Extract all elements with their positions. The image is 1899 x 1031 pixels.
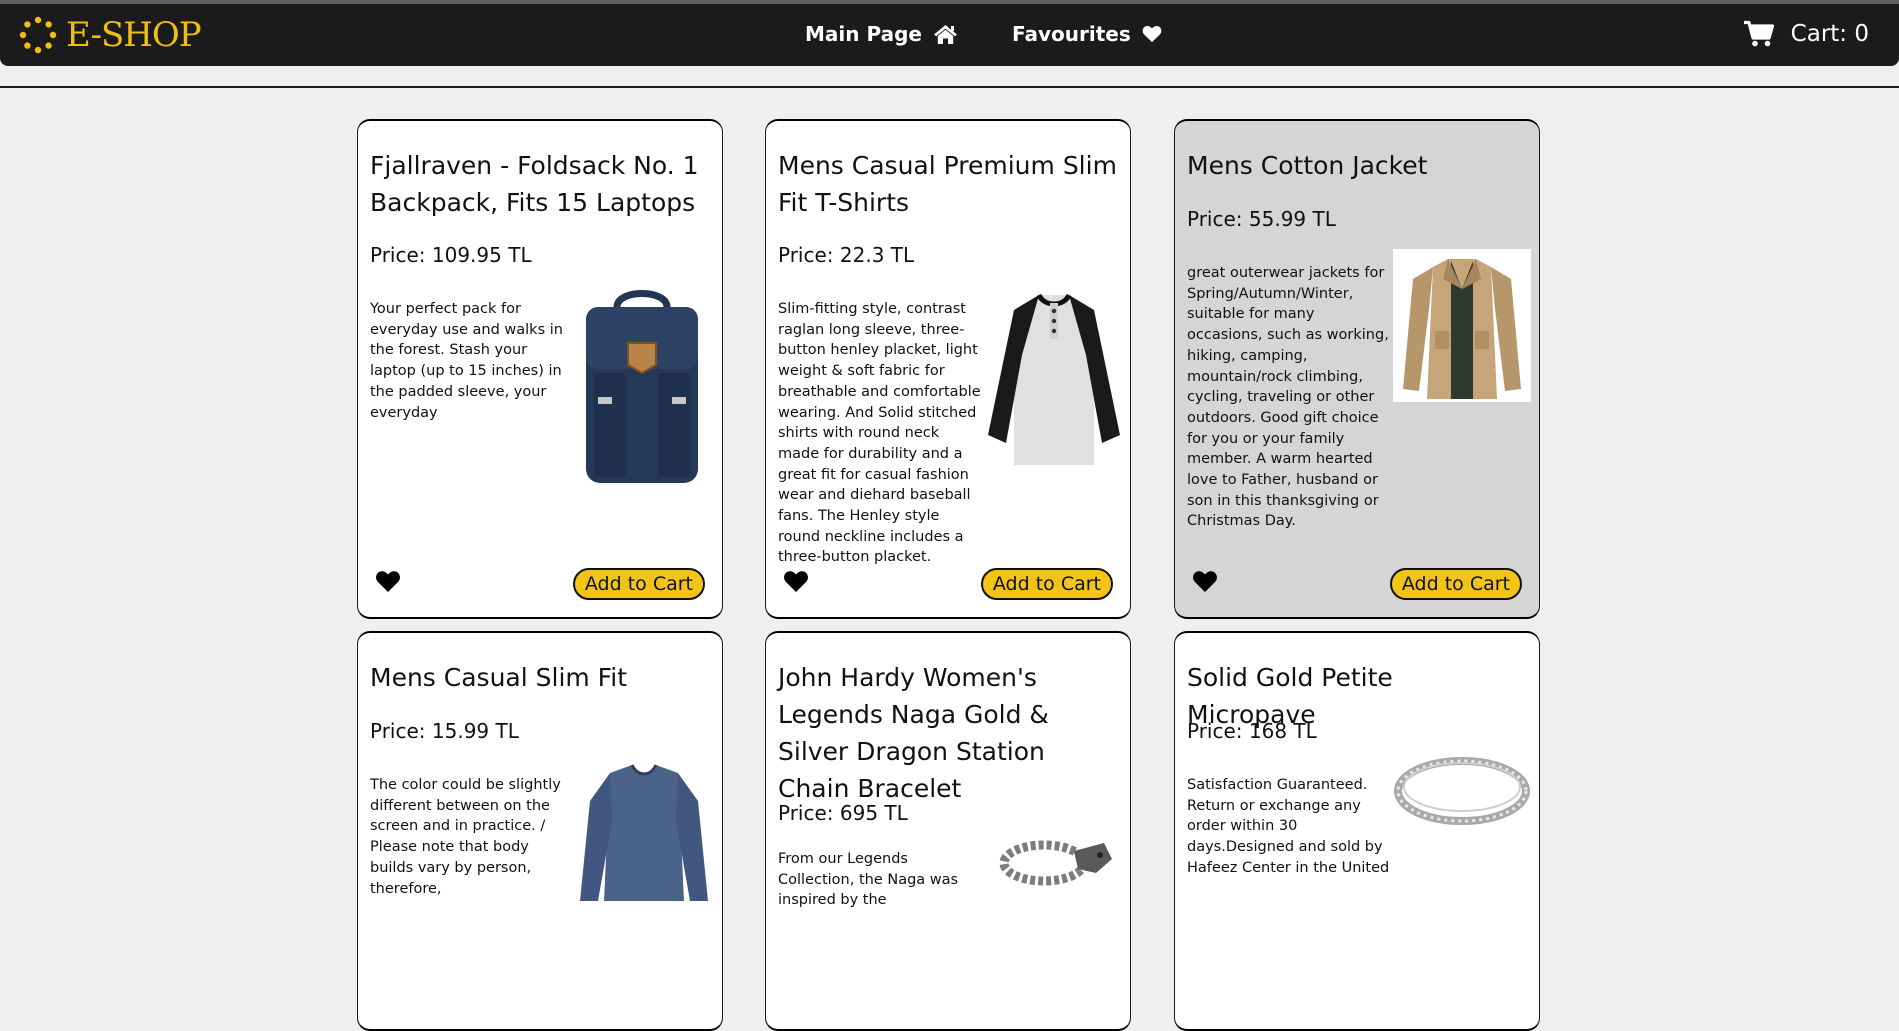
nav-main-page-label: Main Page <box>805 22 922 46</box>
product-card: Solid Gold Petite Micropave Price: 168 T… <box>1174 631 1540 1031</box>
top-navbar: E-SHOP Main Page Favourites Cart: 0 <box>0 4 1899 66</box>
product-title[interactable]: Fjallraven - Foldsack No. 1 Backpack, Fi… <box>370 147 710 221</box>
cart-button[interactable]: Cart: 0 <box>1743 20 1869 47</box>
add-to-cart-button[interactable]: Add to Cart <box>980 568 1113 600</box>
favourite-toggle[interactable] <box>783 570 809 597</box>
product-image-slim-fit-sweater <box>580 764 708 901</box>
product-card: Fjallraven - Foldsack No. 1 Backpack, Fi… <box>357 119 723 619</box>
product-price: Price: 22.3 TL <box>778 243 915 267</box>
product-card: Mens Casual Slim Fit Price: 15.99 TL The… <box>357 631 723 1031</box>
add-to-cart-button[interactable]: Add to Cart <box>1389 568 1522 600</box>
add-to-cart-button[interactable]: Add to Cart <box>572 568 705 600</box>
product-price: Price: 168 TL <box>1187 719 1317 743</box>
product-title[interactable]: John Hardy Women's Legends Naga Gold & S… <box>778 659 1118 807</box>
product-card: John Hardy Women's Legends Naga Gold & S… <box>765 631 1131 1031</box>
nav-main-page[interactable]: Main Page <box>805 22 958 46</box>
product-card: Mens Cotton Jacket Price: 55.99 TL great… <box>1174 119 1540 619</box>
heart-icon <box>1193 571 1217 592</box>
product-price: Price: 695 TL <box>778 801 908 825</box>
product-description: Slim-fitting style, contrast raglan long… <box>778 301 981 566</box>
product-price: Price: 109.95 TL <box>370 243 532 267</box>
product-price: Price: 55.99 TL <box>1187 207 1336 231</box>
product-price: Price: 15.99 TL <box>370 719 519 743</box>
cart-count-label: Cart: 0 <box>1790 20 1869 47</box>
favourite-toggle[interactable] <box>375 570 401 597</box>
product-image-silver-ring <box>1394 757 1530 825</box>
product-title[interactable]: Mens Casual Premium Slim Fit T-Shirts <box>778 147 1118 221</box>
product-description: great outerwear jackets for Spring/Autum… <box>1187 265 1389 530</box>
brand-name: E-SHOP <box>66 15 202 55</box>
product-description: Your perfect pack for everyday use and w… <box>370 301 563 421</box>
product-title[interactable]: Mens Casual Slim Fit <box>370 659 710 696</box>
product-description: From our Legends Collection, the Naga wa… <box>778 851 959 909</box>
product-image-cotton-jacket <box>1393 249 1531 402</box>
product-description: Satisfaction Guaranteed. Return or excha… <box>1187 777 1390 876</box>
nav-favourites[interactable]: Favourites <box>1012 22 1162 46</box>
product-image-dragon-bracelet <box>999 840 1112 886</box>
product-card: Mens Casual Premium Slim Fit T-Shirts Pr… <box>765 119 1131 619</box>
heart-icon <box>1142 25 1162 43</box>
header-divider <box>0 86 1899 88</box>
product-title[interactable]: Mens Cotton Jacket <box>1187 147 1527 184</box>
heart-icon <box>376 571 400 592</box>
product-description: The color could be slightly different be… <box>370 777 561 897</box>
home-icon <box>933 24 957 44</box>
spinner-dots-icon <box>19 16 57 54</box>
nav-favourites-label: Favourites <box>1012 22 1131 46</box>
product-image-backpack <box>586 290 698 483</box>
shopping-cart-icon <box>1743 20 1774 47</box>
heart-icon <box>784 571 808 592</box>
product-image-raglan-tshirt <box>988 293 1120 465</box>
brand-logo[interactable]: E-SHOP <box>18 14 202 56</box>
favourite-toggle[interactable] <box>1192 570 1218 597</box>
